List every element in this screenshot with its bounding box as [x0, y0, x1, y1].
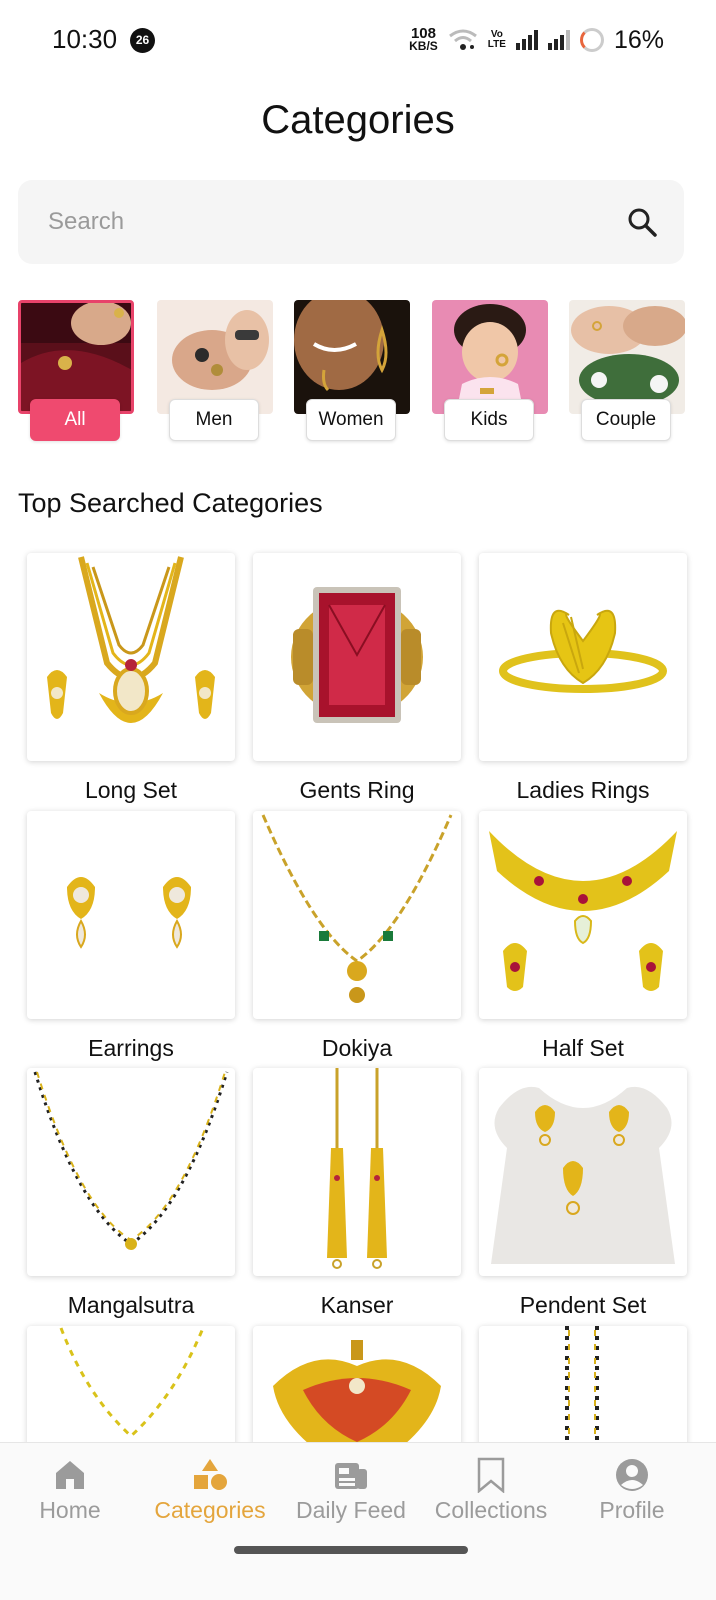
- category-card-long-set[interactable]: Long Set: [27, 553, 235, 804]
- volte-line2: LTE: [487, 39, 506, 50]
- battery-percent: 16%: [613, 25, 664, 54]
- home-indicator[interactable]: [234, 1546, 468, 1554]
- category-label: Earrings: [88, 1035, 174, 1061]
- filter-women-image: [294, 300, 410, 414]
- filter-label: Couple: [581, 399, 671, 441]
- filter-couple-image: [569, 300, 685, 414]
- notification-badge: 26: [130, 28, 155, 53]
- category-image: [253, 811, 461, 1019]
- filter-all-image: [18, 300, 134, 414]
- category-card-ladies-rings[interactable]: Ladies Rings: [479, 553, 687, 804]
- battery-icon: [579, 28, 604, 52]
- category-label: Gents Ring: [299, 777, 415, 803]
- nav-label: Daily Feed: [296, 1497, 406, 1523]
- filter-label: All: [30, 399, 120, 441]
- section-title: Top Searched Categories: [18, 488, 323, 518]
- category-label: Half Set: [542, 1035, 624, 1061]
- filter-chip-all[interactable]: All: [18, 300, 134, 442]
- status-bar: 10:30 26 108 KB/S Vo LTE 16%: [0, 0, 716, 80]
- category-card-pendent-set[interactable]: Pendent Set: [479, 1068, 687, 1319]
- category-label: Kanser: [320, 1292, 394, 1318]
- network-speed: 108 KB/S: [409, 26, 438, 53]
- filter-chip-couple[interactable]: Couple: [569, 300, 685, 442]
- category-card-earrings[interactable]: Earrings: [27, 811, 235, 1062]
- category-image: [27, 1068, 235, 1276]
- search-input[interactable]: [48, 202, 608, 242]
- daily-feed-icon: [335, 1463, 367, 1489]
- network-speed-unit: KB/S: [409, 39, 438, 53]
- category-image: [27, 811, 235, 1019]
- filter-label: Men: [169, 399, 259, 441]
- bottom-nav: Home Categories Daily Feed Collections P…: [0, 1442, 716, 1600]
- wifi-icon: [448, 29, 477, 50]
- filter-chip-women[interactable]: Women: [294, 300, 410, 442]
- signal-icon: [515, 30, 538, 50]
- category-image: [253, 553, 461, 761]
- filter-label: Women: [306, 399, 396, 441]
- filter-kids-image: [432, 300, 548, 414]
- nav-categories[interactable]: Categories: [140, 1443, 280, 1543]
- signal-icon-2: [547, 30, 570, 50]
- nav-label: Categories: [154, 1497, 266, 1523]
- nav-label: Profile: [599, 1497, 665, 1523]
- search-bar[interactable]: [18, 180, 684, 264]
- categories-icon: [194, 1459, 227, 1490]
- category-card-mangalsutra[interactable]: Mangalsutra: [27, 1068, 235, 1319]
- category-image: [253, 1068, 461, 1276]
- nav-home[interactable]: Home: [0, 1443, 140, 1543]
- category-label: Pendent Set: [519, 1292, 647, 1318]
- filter-label: Kids: [444, 399, 534, 441]
- category-image: [479, 553, 687, 761]
- status-time: 10:30: [52, 24, 118, 54]
- nav-collections[interactable]: Collections: [421, 1443, 561, 1543]
- volte-indicator: Vo LTE: [488, 30, 506, 50]
- category-image: [479, 1068, 687, 1276]
- category-image: [27, 553, 235, 761]
- category-card-kanser[interactable]: Kanser: [253, 1068, 461, 1319]
- category-label: Dokiya: [321, 1035, 393, 1061]
- category-image: [479, 811, 687, 1019]
- category-card-half-set[interactable]: Half Set: [479, 811, 687, 1062]
- filter-chips: All Men Women Kids Couple: [18, 300, 716, 445]
- search-icon[interactable]: [626, 206, 658, 238]
- bookmark-icon: [477, 1457, 505, 1493]
- category-label: Ladies Rings: [516, 777, 650, 803]
- home-icon: [56, 1461, 84, 1489]
- category-label: Long Set: [84, 777, 178, 803]
- profile-icon: [616, 1459, 648, 1491]
- filter-chip-kids[interactable]: Kids: [432, 300, 548, 442]
- nav-profile[interactable]: Profile: [562, 1443, 702, 1543]
- category-card-dokiya[interactable]: Dokiya: [253, 811, 461, 1062]
- nav-label: Collections: [434, 1497, 548, 1523]
- status-icons: 108 KB/S Vo LTE 16%: [409, 24, 664, 56]
- category-card-gents-ring[interactable]: Gents Ring: [253, 553, 461, 804]
- filter-chip-men[interactable]: Men: [157, 300, 273, 442]
- page-title: Categories: [261, 98, 455, 142]
- nav-daily-feed[interactable]: Daily Feed: [281, 1443, 421, 1543]
- filter-men-image: [157, 300, 273, 414]
- category-label: Mangalsutra: [67, 1292, 195, 1318]
- nav-label: Home: [39, 1497, 101, 1523]
